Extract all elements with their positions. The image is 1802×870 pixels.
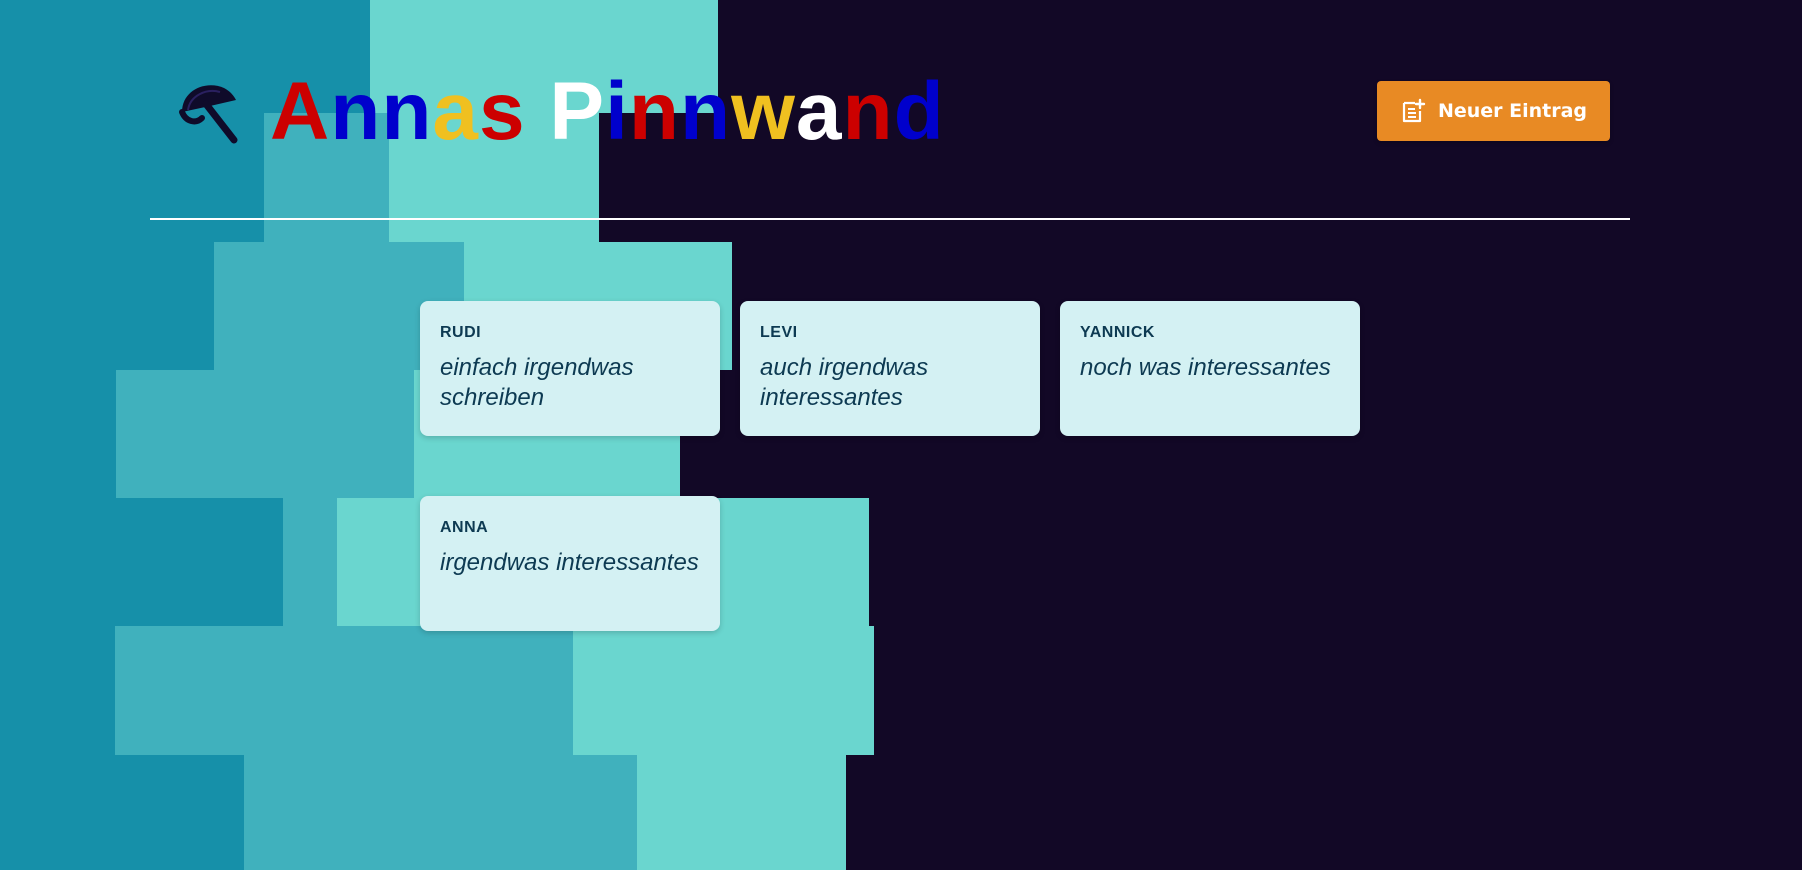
background-block [637,755,846,870]
note-text: auch irgendwas interessantes [760,354,929,411]
note-author: ANNA [440,519,489,536]
title-space [526,62,550,162]
new-entry-button-label: Neuer Eintrag [1437,100,1588,122]
title-letter: w [731,66,796,157]
title-letter: i [605,66,629,157]
background-block [116,370,414,498]
title-letter: a [432,66,480,157]
add-note-icon [1400,98,1426,124]
note-card[interactable]: RUDI einfach irgendwas schreiben [420,301,720,436]
umbrella-icon [176,78,242,144]
title-letter: A [270,66,331,157]
title-letter: a [795,66,843,157]
new-entry-button[interactable]: Neuer Eintrag [1377,81,1610,141]
title-letter: n [628,66,681,157]
title-letter: d [893,66,945,157]
title-letter: n [680,66,732,157]
title-letter: n [381,66,433,157]
page-title: Annas Pinnwand [270,62,945,162]
title-letter: P [549,66,606,157]
note-author: RUDI [440,324,482,341]
note-card[interactable]: ANNA irgendwas interessantes [420,496,720,631]
background-block [573,626,874,755]
note-text: einfach irgendwas schreiben [440,354,634,411]
title-letter: s [479,66,526,157]
note-text: noch was interessantes [1080,354,1331,381]
title-letter: n [330,66,382,157]
note-text: irgendwas interessantes [440,549,699,576]
background-block [283,498,337,626]
background-block [115,626,573,755]
note-card[interactable]: LEVI auch irgendwas interessantes [740,301,1040,436]
header-divider [150,218,1630,220]
note-author: LEVI [760,324,798,341]
note-card[interactable]: YANNICK noch was interessantes [1060,301,1360,436]
title-letter: n [842,66,894,157]
note-author: YANNICK [1080,324,1155,341]
background-block [244,755,637,870]
